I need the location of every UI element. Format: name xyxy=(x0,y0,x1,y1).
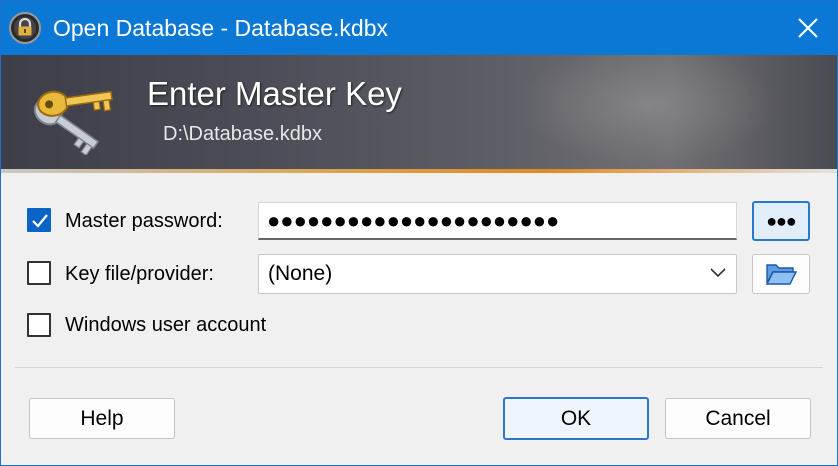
help-button[interactable]: Help xyxy=(29,398,175,439)
checkmark-icon xyxy=(32,214,48,228)
close-button[interactable] xyxy=(779,1,837,55)
windows-account-label: Windows user account xyxy=(65,314,267,336)
master-password-label: Master password: xyxy=(65,210,223,232)
open-database-dialog: Open Database - Database.kdbx Enter Mast… xyxy=(0,0,838,466)
banner-title: Enter Master Key xyxy=(147,75,402,112)
chevron-down-icon xyxy=(710,268,726,278)
header-banner: Enter Master Key D:\Database.kdbx xyxy=(1,55,837,171)
keepass-lock-icon xyxy=(8,11,42,45)
title-bar: Open Database - Database.kdbx xyxy=(1,1,837,55)
ok-button[interactable]: OK xyxy=(503,397,649,440)
show-password-button[interactable]: ●●● xyxy=(752,201,810,241)
master-password-checkbox[interactable] xyxy=(27,208,51,232)
window-title: Open Database - Database.kdbx xyxy=(53,15,388,41)
browse-key-file-button[interactable] xyxy=(752,254,810,294)
windows-account-checkbox[interactable] xyxy=(27,313,51,337)
keys-icon xyxy=(23,77,121,157)
separator xyxy=(15,367,823,368)
cancel-button[interactable]: Cancel xyxy=(665,398,811,439)
key-file-checkbox[interactable] xyxy=(27,261,51,285)
key-file-selected-value: (None) xyxy=(268,262,333,285)
folder-open-icon xyxy=(765,264,797,285)
close-icon xyxy=(798,18,818,38)
key-file-select[interactable]: (None) xyxy=(258,254,737,294)
banner-divider xyxy=(1,169,837,173)
database-path: D:\Database.kdbx xyxy=(163,123,322,145)
master-password-input[interactable]: ●●●●●●●●●●●●●●●●●●●●●● xyxy=(258,202,737,240)
key-file-label: Key file/provider: xyxy=(65,263,214,285)
